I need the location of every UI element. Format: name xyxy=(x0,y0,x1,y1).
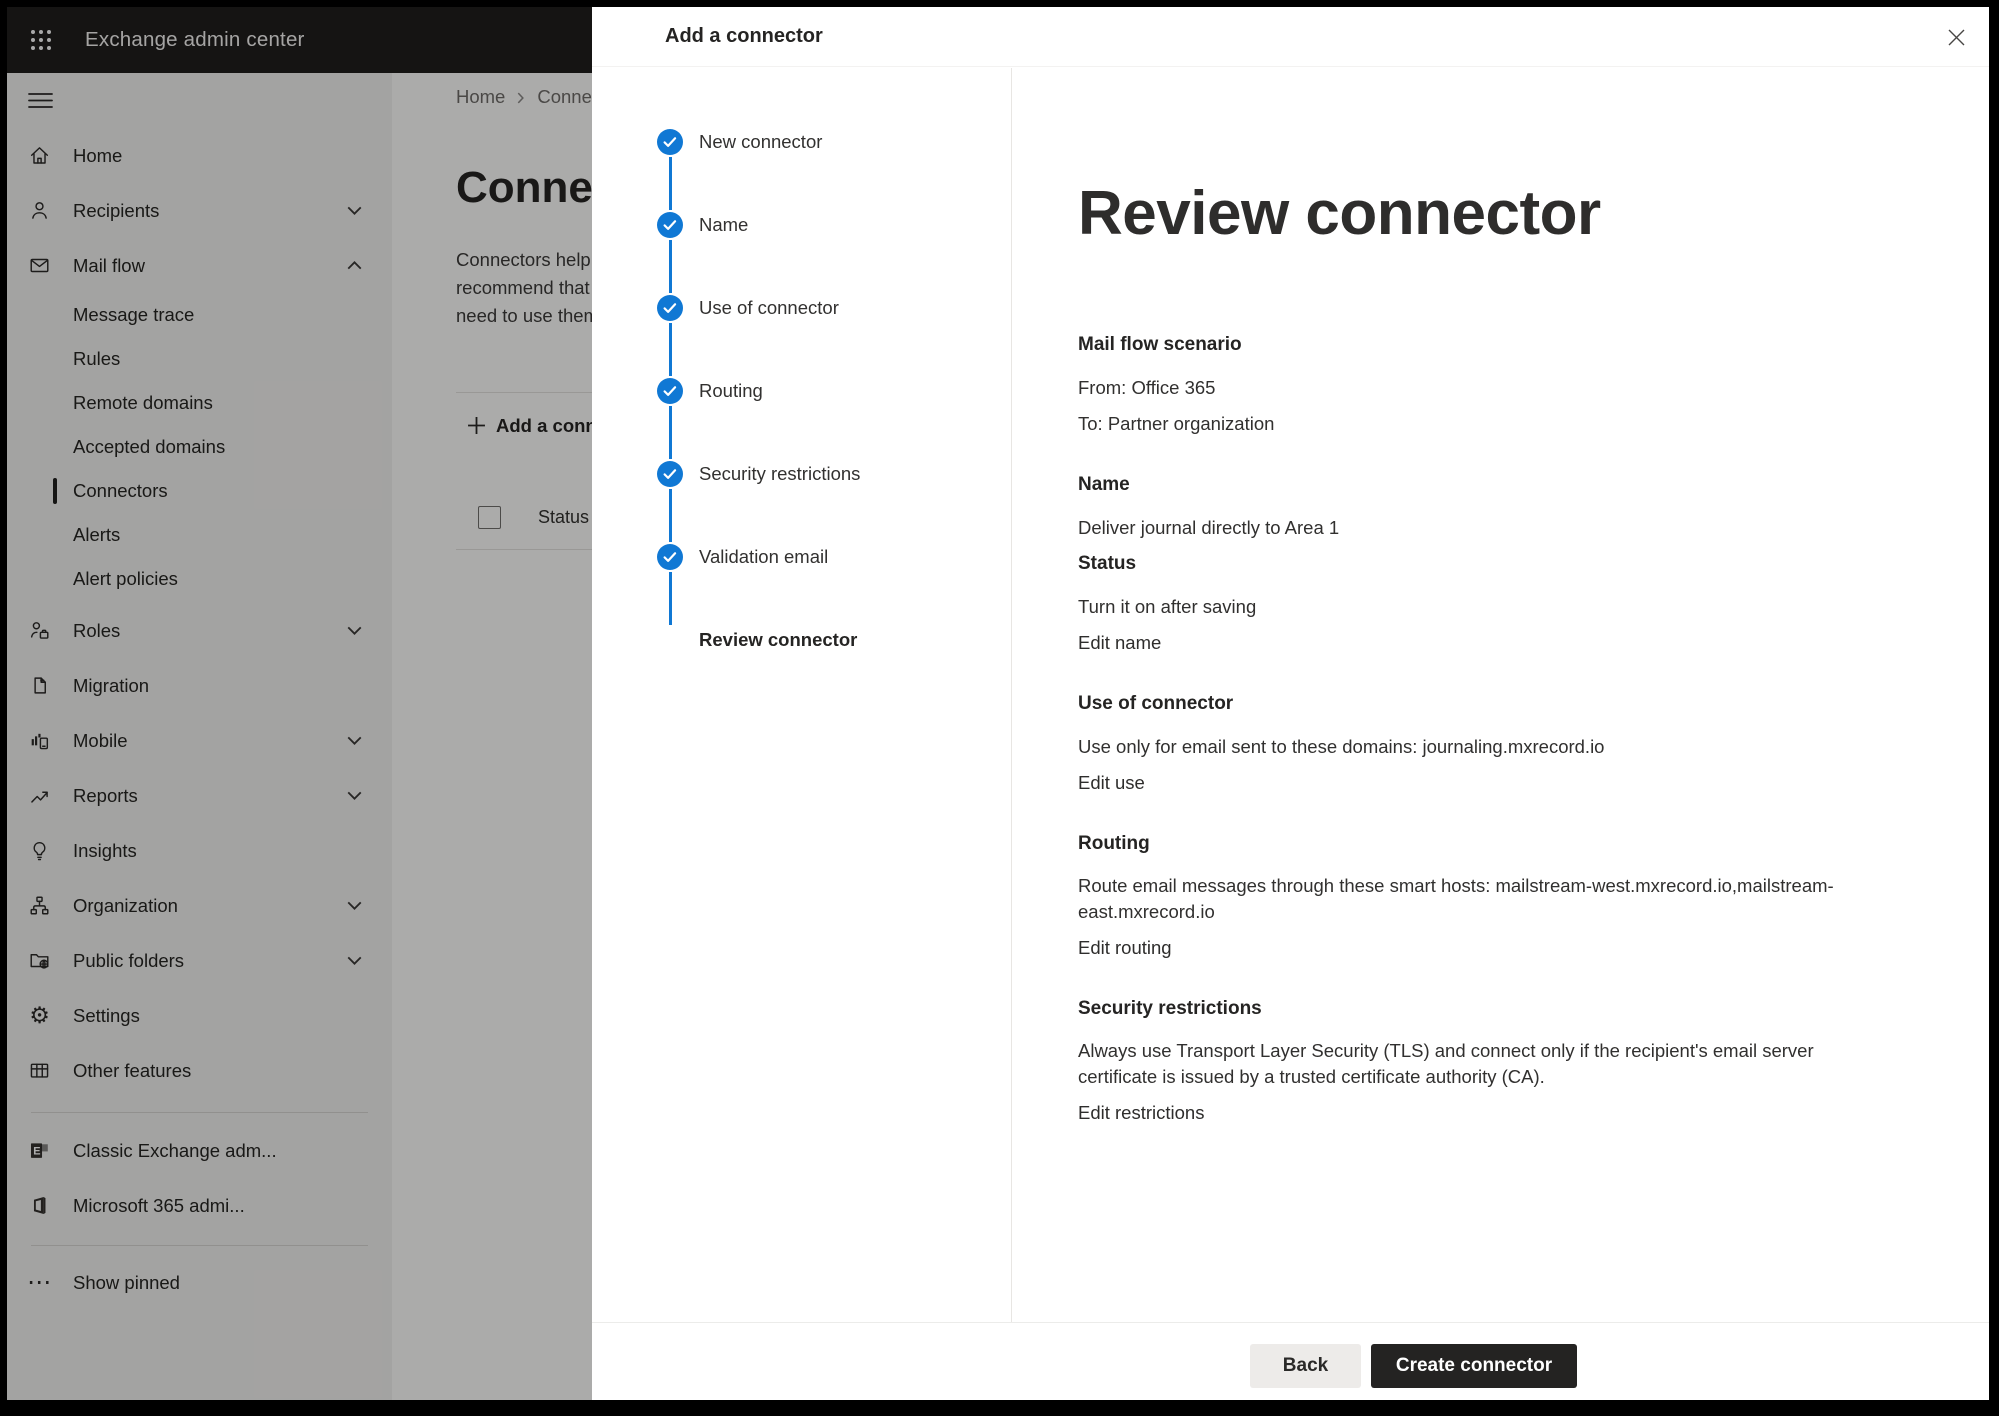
edit-name-link[interactable]: Edit name xyxy=(1078,629,1161,656)
step-review-connector[interactable]: Review connector xyxy=(592,627,1011,710)
section-mail-flow-scenario: Mail flow scenario From: Office 365 To: … xyxy=(1078,331,1878,437)
section-routing: Routing Route email messages through the… xyxy=(1078,830,1878,961)
edit-restrictions-link[interactable]: Edit restrictions xyxy=(1078,1099,1204,1126)
routing-value: Route email messages through these smart… xyxy=(1078,873,1878,925)
step-connector-line xyxy=(669,157,672,210)
step-use-of-connector[interactable]: Use of connector xyxy=(592,295,1011,378)
step-connector-line xyxy=(669,489,672,542)
section-title: Use of connector xyxy=(1078,690,1878,717)
review-heading: Review connector xyxy=(1078,174,1989,254)
use-value: Use only for email sent to these domains… xyxy=(1078,733,1878,760)
step-connector-line xyxy=(669,323,672,376)
step-current-icon xyxy=(657,627,683,653)
panel-body: New connector Name Use of connector xyxy=(592,68,1989,1322)
step-security-restrictions[interactable]: Security restrictions xyxy=(592,461,1011,544)
section-name: Name Deliver journal directly to Area 1 … xyxy=(1078,471,1878,656)
panel-header: Add a connector xyxy=(592,7,1989,67)
step-complete-icon xyxy=(657,129,683,155)
panel-title: Add a connector xyxy=(665,25,823,48)
step-routing[interactable]: Routing xyxy=(592,378,1011,461)
status-value: Turn it on after saving xyxy=(1078,593,1878,620)
step-connector-line xyxy=(669,240,672,293)
close-button[interactable] xyxy=(1947,28,1965,46)
scenario-from: From: Office 365 xyxy=(1078,374,1878,401)
wizard-stepper: New connector Name Use of connector xyxy=(592,68,1012,1322)
step-complete-icon xyxy=(657,461,683,487)
step-validation-email[interactable]: Validation email xyxy=(592,544,1011,627)
section-use-of-connector: Use of connector Use only for email sent… xyxy=(1078,690,1878,796)
section-title: Routing xyxy=(1078,830,1878,857)
edit-use-link[interactable]: Edit use xyxy=(1078,769,1145,796)
section-security-restrictions: Security restrictions Always use Transpo… xyxy=(1078,995,1878,1126)
name-value: Deliver journal directly to Area 1 xyxy=(1078,514,1878,541)
section-title: Name xyxy=(1078,471,1878,498)
step-connector-line xyxy=(669,406,672,459)
app-screen: Exchange admin center Home Recipients Ma… xyxy=(7,7,1989,1400)
status-subtitle: Status xyxy=(1078,550,1878,577)
scenario-to: To: Partner organization xyxy=(1078,410,1878,437)
section-title: Mail flow scenario xyxy=(1078,331,1878,358)
security-value: Always use Transport Layer Security (TLS… xyxy=(1078,1038,1878,1090)
step-connector-line xyxy=(669,572,672,625)
step-complete-icon xyxy=(657,295,683,321)
step-name[interactable]: Name xyxy=(592,212,1011,295)
close-icon xyxy=(1948,29,1965,46)
section-title: Security restrictions xyxy=(1078,995,1878,1022)
create-connector-button[interactable]: Create connector xyxy=(1371,1344,1577,1388)
panel-footer: Back Create connector xyxy=(592,1322,1989,1400)
step-complete-icon xyxy=(657,212,683,238)
back-button[interactable]: Back xyxy=(1250,1344,1361,1388)
step-new-connector[interactable]: New connector xyxy=(592,129,1011,212)
add-connector-panel: Add a connector New connector Name xyxy=(592,7,1989,1400)
review-content: Review connector Mail flow scenario From… xyxy=(1013,68,1989,1322)
step-complete-icon xyxy=(657,378,683,404)
step-complete-icon xyxy=(657,544,683,570)
edit-routing-link[interactable]: Edit routing xyxy=(1078,934,1172,961)
